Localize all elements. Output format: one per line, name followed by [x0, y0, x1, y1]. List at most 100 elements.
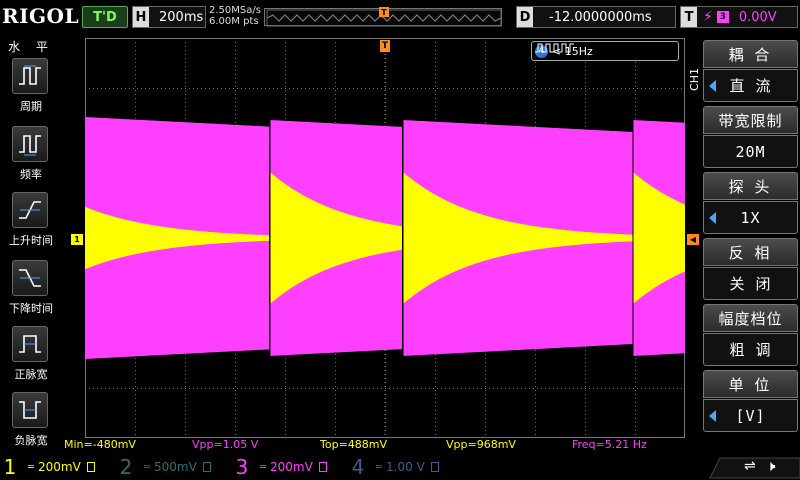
grid-dot [335, 62, 336, 63]
grid-dot [273, 388, 274, 389]
grid-dot [185, 378, 186, 379]
channel-1-status[interactable]: 1 ═ 200mV [0, 454, 116, 480]
grid-dot [135, 46, 136, 47]
grid-dot [205, 388, 206, 389]
trigger-setting[interactable]: T ⚡ 3 0.00V [680, 6, 798, 28]
volts-scale-group[interactable]: 幅度档位 粗 调 [703, 304, 798, 368]
channel-4-status[interactable]: 4 ═ 1.00 V [348, 454, 464, 480]
channel-number: 3 [235, 455, 249, 479]
grid-dot [535, 66, 536, 67]
bandwidth-value-text: 20M [735, 142, 766, 161]
grid-dot [433, 88, 434, 89]
trigger-level-marker[interactable]: ◀ [687, 234, 699, 245]
grid-dot [635, 434, 636, 435]
grid-dot [637, 388, 638, 389]
grid-dot [533, 388, 534, 389]
top-status-bar: RIGOL T'D H 200ms 2.50MSa/s 6.00M pts T … [0, 0, 800, 34]
bandwidth-value[interactable]: 20M [703, 135, 798, 168]
grid-dot [405, 388, 406, 389]
grid-dot [335, 82, 336, 83]
grid-dot [133, 388, 134, 389]
probe-group[interactable]: 探 头 1X [703, 172, 798, 236]
grid-dot [135, 418, 136, 419]
channel-3-status[interactable]: 3 ═ 200mV [232, 454, 348, 480]
fall-time-button[interactable] [12, 260, 48, 296]
grid-dot [101, 388, 102, 389]
delay-value: -12.0000000ms [549, 9, 652, 25]
grid-dot [549, 388, 550, 389]
frequency-button[interactable] [12, 126, 48, 162]
coupling-group[interactable]: 耦 合 直 流 [703, 40, 798, 104]
coupling-value[interactable]: 直 流 [703, 69, 798, 102]
grid-dot [135, 50, 136, 51]
grid-dot [185, 354, 186, 355]
grid-dot [585, 382, 586, 383]
grid-dot [533, 88, 534, 89]
grid-dot [237, 388, 238, 389]
positive-width-button[interactable] [12, 326, 48, 362]
grid-dot [485, 110, 486, 111]
grid-dot [445, 88, 446, 89]
grid-dot [185, 366, 186, 367]
grid-dot [661, 388, 662, 389]
grid-dot [435, 406, 436, 407]
grid-dot [335, 406, 336, 407]
grid-dot [335, 390, 336, 391]
grid-dot [609, 88, 610, 89]
grid-dot [681, 88, 682, 89]
horizontal-timebase[interactable]: H 200ms [132, 6, 206, 28]
grid-dot [485, 386, 486, 387]
trigger-position-marker[interactable]: T [380, 40, 390, 52]
grid-dot [197, 88, 198, 89]
grid-dot [485, 90, 486, 91]
invert-value[interactable]: 关 闭 [703, 267, 798, 300]
probe-value[interactable]: 1X [703, 201, 798, 234]
unit-value[interactable]: [V] [703, 399, 798, 432]
channel-number: 1 [3, 455, 17, 479]
delay-setting[interactable]: D -12.0000000ms [516, 6, 676, 28]
negative-width-button[interactable] [12, 392, 48, 428]
grid-dot [421, 88, 422, 89]
grid-dot [333, 388, 334, 389]
timebase-value: 200ms [159, 9, 204, 25]
grid-dot [185, 430, 186, 431]
grid-dot [641, 88, 642, 89]
rise-time-icon [19, 201, 41, 219]
grid-dot [285, 54, 286, 55]
positive-width-label: 正脉宽 [14, 368, 48, 381]
rise-time-button[interactable] [12, 192, 48, 228]
grid-dot [469, 88, 470, 89]
system-icons: ⇌ 🕨 [706, 454, 800, 480]
grid-dot [669, 388, 670, 389]
grid-dot [285, 402, 286, 403]
grid-dot [135, 66, 136, 67]
waveform-display[interactable]: T 4 < 15Hz [85, 38, 685, 438]
channel-2-status[interactable]: 2 ═ 500mV [116, 454, 232, 480]
grid-dot [335, 98, 336, 99]
bandwidth-group[interactable]: 带宽限制 20M [703, 106, 798, 170]
grid-dot [585, 118, 586, 119]
grid-dot [337, 88, 338, 89]
grid-dot [229, 388, 230, 389]
grid-dot [185, 46, 186, 47]
unit-group[interactable]: 单 位 [V] [703, 370, 798, 434]
grid-dot [535, 74, 536, 75]
invert-group[interactable]: 反 相 关 闭 [703, 238, 798, 302]
ch1-offset-marker[interactable]: 1 [71, 234, 83, 245]
grid-dot [235, 106, 236, 107]
grid-dot [135, 74, 136, 75]
grid-dot [635, 390, 636, 391]
grid-dot [185, 98, 186, 99]
volts-scale-value[interactable]: 粗 调 [703, 333, 798, 366]
grid-dot [145, 88, 146, 89]
grid-dot [185, 88, 186, 89]
grid-dot [517, 88, 518, 89]
counter-readout[interactable]: 4 < 15Hz [531, 41, 679, 61]
grid-dot [221, 388, 222, 389]
grid-dot [241, 388, 242, 389]
measurement-item: Vpp=1.05 V [192, 438, 259, 451]
run-state-badge[interactable]: T'D [82, 6, 128, 28]
period-button[interactable] [12, 58, 48, 94]
grid-dot [653, 388, 654, 389]
grid-dot [635, 414, 636, 415]
